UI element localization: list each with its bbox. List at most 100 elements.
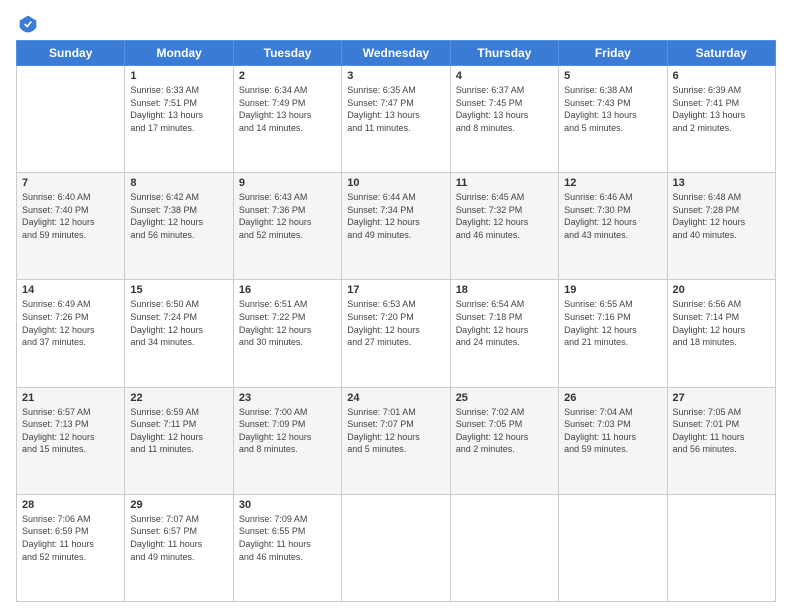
day-info: Sunrise: 7:07 AM Sunset: 6:57 PM Dayligh… bbox=[130, 513, 227, 563]
day-info: Sunrise: 6:34 AM Sunset: 7:49 PM Dayligh… bbox=[239, 84, 336, 134]
calendar-week-row: 14Sunrise: 6:49 AM Sunset: 7:26 PM Dayli… bbox=[17, 280, 776, 387]
day-number: 15 bbox=[130, 284, 227, 296]
day-number: 18 bbox=[456, 284, 553, 296]
day-number: 30 bbox=[239, 499, 336, 511]
calendar-cell: 8Sunrise: 6:42 AM Sunset: 7:38 PM Daylig… bbox=[125, 173, 233, 280]
day-number: 12 bbox=[564, 177, 661, 189]
day-number: 9 bbox=[239, 177, 336, 189]
weekday-header-saturday: Saturday bbox=[667, 41, 775, 66]
calendar-cell: 2 Sunrise: 6:34 AM Sunset: 7:49 PM Daylig… bbox=[233, 66, 341, 173]
day-number: 26 bbox=[564, 392, 661, 404]
calendar-cell: 13 Sunrise: 6:48 AM Sunset: 7:28 PM Dayli… bbox=[667, 173, 775, 280]
day-number: 24 bbox=[347, 392, 444, 404]
calendar-cell bbox=[450, 494, 558, 601]
weekday-header-monday: Monday bbox=[125, 41, 233, 66]
day-info: Sunrise: 6:38 AM Sunset: 7:43 PM Dayligh… bbox=[564, 84, 661, 134]
calendar-cell: 16 Sunrise: 6:51 AM Sunset: 7:22 PM Dayli… bbox=[233, 280, 341, 387]
day-number: 7 bbox=[22, 177, 119, 189]
calendar-cell: 14Sunrise: 6:49 AM Sunset: 7:26 PM Dayli… bbox=[17, 280, 125, 387]
calendar-cell: 1 Sunrise: 6:33 AM Sunset: 7:51 PM Daylig… bbox=[125, 66, 233, 173]
calendar-cell: 30 Sunrise: 7:09 AM Sunset: 6:55 PM Dayli… bbox=[233, 494, 341, 601]
calendar-cell: 6 Sunrise: 6:39 AM Sunset: 7:41 PM Daylig… bbox=[667, 66, 775, 173]
calendar-cell: 4 Sunrise: 6:37 AM Sunset: 7:45 PM Daylig… bbox=[450, 66, 558, 173]
day-number: 29 bbox=[130, 499, 227, 511]
day-number: 21 bbox=[22, 392, 119, 404]
logo bbox=[16, 14, 38, 34]
calendar-cell: 27Sunrise: 7:05 AM Sunset: 7:01 PM Dayli… bbox=[667, 387, 775, 494]
weekday-header-sunday: Sunday bbox=[17, 41, 125, 66]
day-info: Sunrise: 7:04 AM Sunset: 7:03 PM Dayligh… bbox=[564, 406, 661, 456]
day-info: Sunrise: 6:39 AM Sunset: 7:41 PM Dayligh… bbox=[673, 84, 770, 134]
day-info: Sunrise: 6:42 AM Sunset: 7:38 PM Dayligh… bbox=[130, 191, 227, 241]
calendar-week-row: 1 Sunrise: 6:33 AM Sunset: 7:51 PM Daylig… bbox=[17, 66, 776, 173]
day-info: Sunrise: 6:35 AM Sunset: 7:47 PM Dayligh… bbox=[347, 84, 444, 134]
calendar-cell bbox=[342, 494, 450, 601]
day-info: Sunrise: 6:57 AM Sunset: 7:13 PM Dayligh… bbox=[22, 406, 119, 456]
day-number: 25 bbox=[456, 392, 553, 404]
calendar-cell: 17 Sunrise: 6:53 AM Sunset: 7:20 PM Dayli… bbox=[342, 280, 450, 387]
calendar-cell: 21 Sunrise: 6:57 AM Sunset: 7:13 PM Dayli… bbox=[17, 387, 125, 494]
calendar-cell: 24 Sunrise: 7:01 AM Sunset: 7:07 PM Dayli… bbox=[342, 387, 450, 494]
calendar-cell: 11 Sunrise: 6:45 AM Sunset: 7:32 PM Dayli… bbox=[450, 173, 558, 280]
day-info: Sunrise: 6:59 AM Sunset: 7:11 PM Dayligh… bbox=[130, 406, 227, 456]
day-info: Sunrise: 7:09 AM Sunset: 6:55 PM Dayligh… bbox=[239, 513, 336, 563]
day-info: Sunrise: 6:50 AM Sunset: 7:24 PM Dayligh… bbox=[130, 298, 227, 348]
day-number: 2 bbox=[239, 70, 336, 82]
day-info: Sunrise: 7:00 AM Sunset: 7:09 PM Dayligh… bbox=[239, 406, 336, 456]
calendar-cell: 29 Sunrise: 7:07 AM Sunset: 6:57 PM Dayli… bbox=[125, 494, 233, 601]
day-number: 10 bbox=[347, 177, 444, 189]
day-number: 23 bbox=[239, 392, 336, 404]
calendar-cell: 25Sunrise: 7:02 AM Sunset: 7:05 PM Dayli… bbox=[450, 387, 558, 494]
day-number: 6 bbox=[673, 70, 770, 82]
weekday-header-friday: Friday bbox=[559, 41, 667, 66]
day-number: 1 bbox=[130, 70, 227, 82]
day-number: 19 bbox=[564, 284, 661, 296]
calendar-cell: 18 Sunrise: 6:54 AM Sunset: 7:18 PM Dayli… bbox=[450, 280, 558, 387]
weekday-header-tuesday: Tuesday bbox=[233, 41, 341, 66]
calendar-cell bbox=[667, 494, 775, 601]
day-info: Sunrise: 6:46 AM Sunset: 7:30 PM Dayligh… bbox=[564, 191, 661, 241]
day-number: 3 bbox=[347, 70, 444, 82]
day-info: Sunrise: 6:55 AM Sunset: 7:16 PM Dayligh… bbox=[564, 298, 661, 348]
day-number: 20 bbox=[673, 284, 770, 296]
day-number: 11 bbox=[456, 177, 553, 189]
calendar-cell: 19 Sunrise: 6:55 AM Sunset: 7:16 PM Dayli… bbox=[559, 280, 667, 387]
day-number: 5 bbox=[564, 70, 661, 82]
day-info: Sunrise: 6:44 AM Sunset: 7:34 PM Dayligh… bbox=[347, 191, 444, 241]
logo-icon bbox=[18, 14, 38, 34]
day-info: Sunrise: 6:40 AM Sunset: 7:40 PM Dayligh… bbox=[22, 191, 119, 241]
calendar-cell: 23 Sunrise: 7:00 AM Sunset: 7:09 PM Dayli… bbox=[233, 387, 341, 494]
calendar-cell bbox=[17, 66, 125, 173]
calendar-cell bbox=[559, 494, 667, 601]
day-number: 17 bbox=[347, 284, 444, 296]
calendar-cell: 26 Sunrise: 7:04 AM Sunset: 7:03 PM Dayli… bbox=[559, 387, 667, 494]
day-info: Sunrise: 6:54 AM Sunset: 7:18 PM Dayligh… bbox=[456, 298, 553, 348]
day-info: Sunrise: 6:48 AM Sunset: 7:28 PM Dayligh… bbox=[673, 191, 770, 241]
day-info: Sunrise: 6:33 AM Sunset: 7:51 PM Dayligh… bbox=[130, 84, 227, 134]
weekday-header-wednesday: Wednesday bbox=[342, 41, 450, 66]
calendar-cell: 3 Sunrise: 6:35 AM Sunset: 7:47 PM Daylig… bbox=[342, 66, 450, 173]
calendar-week-row: 21 Sunrise: 6:57 AM Sunset: 7:13 PM Dayli… bbox=[17, 387, 776, 494]
day-number: 27 bbox=[673, 392, 770, 404]
day-number: 16 bbox=[239, 284, 336, 296]
calendar-cell: 5 Sunrise: 6:38 AM Sunset: 7:43 PM Daylig… bbox=[559, 66, 667, 173]
calendar-cell: 15 Sunrise: 6:50 AM Sunset: 7:24 PM Dayli… bbox=[125, 280, 233, 387]
day-info: Sunrise: 6:37 AM Sunset: 7:45 PM Dayligh… bbox=[456, 84, 553, 134]
calendar-week-row: 7 Sunrise: 6:40 AM Sunset: 7:40 PM Daylig… bbox=[17, 173, 776, 280]
day-number: 28 bbox=[22, 499, 119, 511]
day-info: Sunrise: 6:45 AM Sunset: 7:32 PM Dayligh… bbox=[456, 191, 553, 241]
day-info: Sunrise: 6:53 AM Sunset: 7:20 PM Dayligh… bbox=[347, 298, 444, 348]
day-number: 4 bbox=[456, 70, 553, 82]
weekday-header-thursday: Thursday bbox=[450, 41, 558, 66]
day-info: Sunrise: 6:56 AM Sunset: 7:14 PM Dayligh… bbox=[673, 298, 770, 348]
header bbox=[16, 10, 776, 34]
day-info: Sunrise: 6:51 AM Sunset: 7:22 PM Dayligh… bbox=[239, 298, 336, 348]
calendar-week-row: 28Sunrise: 7:06 AM Sunset: 6:59 PM Dayli… bbox=[17, 494, 776, 601]
day-info: Sunrise: 7:01 AM Sunset: 7:07 PM Dayligh… bbox=[347, 406, 444, 456]
calendar-cell: 9Sunrise: 6:43 AM Sunset: 7:36 PM Daylig… bbox=[233, 173, 341, 280]
day-number: 13 bbox=[673, 177, 770, 189]
day-info: Sunrise: 6:49 AM Sunset: 7:26 PM Dayligh… bbox=[22, 298, 119, 348]
calendar-cell: 22 Sunrise: 6:59 AM Sunset: 7:11 PM Dayli… bbox=[125, 387, 233, 494]
day-number: 22 bbox=[130, 392, 227, 404]
calendar-table: SundayMondayTuesdayWednesdayThursdayFrid… bbox=[16, 40, 776, 602]
